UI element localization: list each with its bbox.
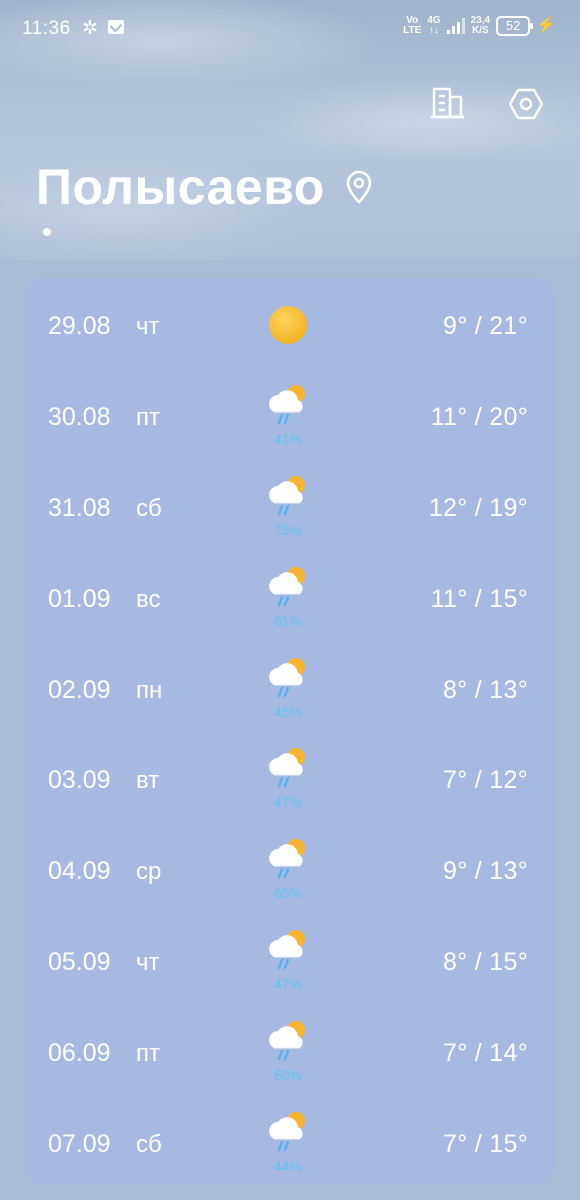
temperature-range: 9° / 21° [443,312,528,340]
page-indicator-dot [43,228,51,236]
forecast-row[interactable]: 29.08 чт 9° / 21° [23,290,554,370]
rain-cloud-icon [264,745,312,791]
precipitation-chance: 45% [273,704,303,720]
network-type: 4G ↑↓ [427,15,441,36]
forecast-weekday: сб [136,1131,162,1158]
forecast-row[interactable]: 30.08 пт 41% 11° / 20° [23,381,554,461]
forecast-date: 05.09 [48,948,111,976]
forecast-date: 01.09 [48,585,111,613]
signal-icon [446,18,465,34]
rain-cloud-icon [264,1018,312,1064]
rain-cloud-icon [264,382,312,428]
temperature-range: 7° / 15° [443,1130,528,1158]
forecast-date: 31.08 [48,494,111,522]
location-pin-icon[interactable] [343,169,375,205]
status-indicators: Vo LTE 4G ↑↓ 23,4 K/S 52 ⚡ [403,16,556,36]
charging-icon: ⚡ [536,17,556,34]
forecast-date: 03.09 [48,766,111,794]
forecast-row[interactable]: 04.09 ср 65% 9° / 13° [23,835,554,915]
forecast-row[interactable]: 31.08 сб 75% 12° / 19° [23,472,554,552]
forecast-weekday: сб [136,495,162,522]
settings-icon [508,88,544,120]
temperature-range: 8° / 13° [443,676,528,704]
forecast-weekday: пт [136,404,160,431]
gear-icon: ✲ [82,18,98,39]
forecast-weekday: чт [136,949,160,976]
precipitation-chance: 61% [273,613,303,629]
city-list-button[interactable] [428,84,468,124]
forecast-row[interactable]: 07.09 сб 44% 7° / 15° [23,1108,554,1188]
rain-cloud-icon [264,836,312,882]
forecast-card: 29.08 чт 9° / 21° 30.08 пт 41% 11° / 20° 31.08… [23,278,554,1184]
forecast-weekday: пт [136,1040,160,1067]
precipitation-chance: 75% [273,522,303,538]
mail-icon [108,20,124,34]
forecast-weekday: пн [136,677,163,704]
temperature-range: 8° / 15° [443,948,528,976]
temperature-range: 7° / 12° [443,766,528,794]
temperature-range: 12° / 19° [428,494,528,522]
forecast-weekday: вт [136,767,160,794]
forecast-date: 07.09 [48,1130,111,1158]
forecast-date: 06.09 [48,1039,111,1067]
forecast-weekday: ср [136,858,162,885]
rain-cloud-icon [264,927,312,973]
volte-indicator: Vo LTE [403,15,422,36]
forecast-row[interactable]: 02.09 пн 45% 8° / 13° [23,654,554,734]
city-header: Полысаево [36,158,375,216]
forecast-weekday: вс [136,586,161,613]
precipitation-chance: 60% [273,1067,303,1083]
network-speed: 23,4 K/S [470,15,491,36]
forecast-date: 29.08 [48,312,111,340]
temperature-range: 7° / 14° [443,1039,528,1067]
battery-level: 52 [505,18,521,33]
temperature-range: 9° / 13° [443,857,528,885]
buildings-icon [431,87,464,119]
precipitation-chance: 41% [273,431,303,447]
forecast-date: 02.09 [48,676,111,704]
precipitation-chance: 47% [273,976,303,992]
status-bar: 11:36 ✲ Vo LTE 4G ↑↓ 23,4 K/S 52 ⚡ [0,0,580,56]
battery-icon: 52 [496,16,534,36]
forecast-weekday: чт [136,313,160,340]
settings-button[interactable] [506,84,546,124]
forecast-row[interactable]: 06.09 пт 60% 7° / 14° [23,1017,554,1097]
sun-icon [269,306,307,344]
city-name: Полысаево [36,159,325,215]
precipitation-chance: 65% [273,885,303,901]
temperature-range: 11° / 20° [430,403,528,431]
network-label: 4G [427,15,441,26]
status-time: 11:36 [22,18,71,39]
forecast-row[interactable]: 05.09 чт 47% 8° / 15° [23,926,554,1006]
forecast-row[interactable]: 01.09 вс 61% 11° / 15° [23,563,554,643]
rain-cloud-icon [264,1109,312,1155]
rain-cloud-icon [264,564,312,610]
forecast-date: 30.08 [48,403,111,431]
forecast-row[interactable]: 03.09 вт 47% 7° / 12° [23,744,554,824]
forecast-date: 04.09 [48,857,111,885]
precipitation-chance: 44% [273,1158,303,1174]
precipitation-chance: 47% [273,794,303,810]
rain-cloud-icon [264,473,312,519]
temperature-range: 11° / 15° [430,585,528,613]
rain-cloud-icon [264,655,312,701]
